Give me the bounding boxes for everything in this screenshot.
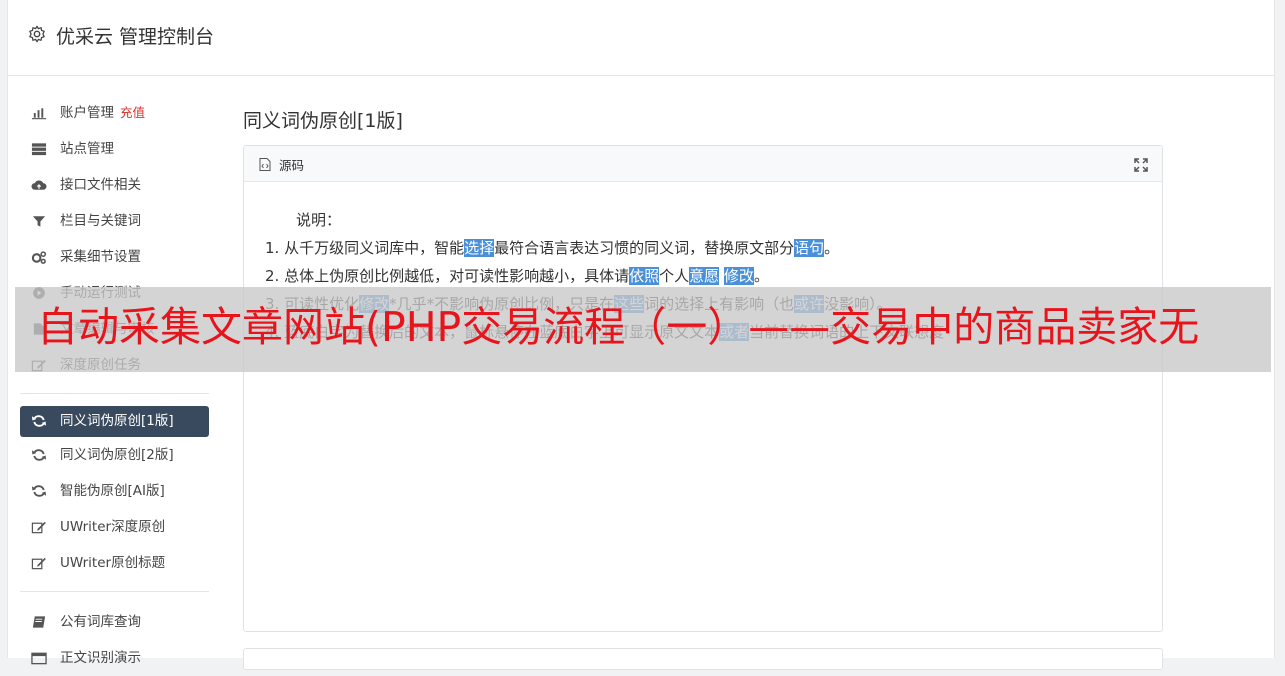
book-icon: [32, 616, 46, 628]
sidebar-item-label: 智能伪原创[AI版]: [60, 483, 165, 499]
text-segment: 。: [753, 267, 769, 285]
top-bar: 优采云 管理控制台: [8, 0, 1274, 76]
source-panel: 源码 说明： 1. 从千万级同义词库中，智能选择最符合语言表达习惯的同义词，替换…: [243, 145, 1163, 632]
sidebar-group-2: 同义词伪原创[1版] 同义词伪原创[2版] 智能伪原创[AI版] UWriter深度原…: [20, 406, 209, 581]
sidebar-item-label: 正文识别演示: [60, 650, 141, 666]
text-segment: 2. 总体上伪原创比例越低，对可读性影响越小，具体请: [265, 267, 630, 285]
sidebar-item[interactable]: 站点管理: [20, 131, 209, 167]
sidebar-item[interactable]: 公有词库查询: [20, 604, 209, 640]
sidebar-item-label: 同义词伪原创[1版]: [60, 413, 174, 429]
sidebar-item[interactable]: UWriter深度原创: [20, 509, 209, 545]
sidebar-item-label: 站点管理: [60, 141, 114, 157]
text-segment: 。: [824, 239, 840, 257]
expand-icon[interactable]: [1134, 158, 1148, 172]
window-icon: [31, 652, 47, 665]
sidebar-item[interactable]: 同义词伪原创[1版]: [20, 406, 209, 437]
sidebar-divider: [20, 393, 209, 394]
text-segment: 最符合语言表达习惯的同义词，替换原文部分: [494, 239, 795, 257]
sidebar-item-label: 公有词库查询: [60, 614, 141, 630]
instruction-line: 2. 总体上伪原创比例越低，对可读性影响越小，具体请依照个人意愿 修改。: [265, 262, 944, 290]
sidebar-item-label: 采集细节设置: [60, 249, 141, 265]
intro-text: 说明：: [296, 211, 342, 229]
text-segment: 个人: [659, 267, 690, 285]
replaced-word[interactable]: 意愿: [689, 267, 720, 285]
sidebar-item[interactable]: 同义词伪原创[2版]: [20, 437, 209, 473]
replaced-word[interactable]: 选择: [464, 239, 495, 257]
overlay-banner: 自动采集文章网站(PHP交易流程（一）——交易中的商品卖家无: [15, 287, 1271, 372]
gear-icon[interactable]: [28, 25, 46, 43]
panel-header: 源码: [244, 146, 1162, 182]
recharge-link[interactable]: 充值: [120, 105, 145, 120]
code-file-icon: [259, 158, 271, 171]
text-segment: 1. 从千万级同义词库中，智能: [265, 239, 465, 257]
sidebar-group-3: 公有词库查询 正文识别演示: [20, 604, 209, 676]
filter-icon: [32, 216, 46, 227]
sidebar-item[interactable]: 账户管理 充值: [20, 95, 209, 131]
bar-chart-icon: [31, 108, 47, 120]
edit-icon: [31, 521, 46, 534]
refresh-icon: [31, 485, 47, 497]
output-panel: [243, 648, 1163, 670]
sidebar-item-label: 同义词伪原创[2版]: [60, 447, 174, 463]
cloud-upload-icon: [31, 180, 47, 190]
sidebar-item-label: 接口文件相关: [60, 177, 141, 193]
sidebar-divider: [20, 591, 209, 592]
sidebar-item-label: 账户管理: [60, 105, 114, 121]
sidebar-item[interactable]: 智能伪原创[AI版]: [20, 473, 209, 509]
overlay-title: 自动采集文章网站(PHP交易流程（一）——交易中的商品卖家无: [37, 303, 1200, 351]
sidebar-item[interactable]: 接口文件相关: [20, 167, 209, 203]
sidebar-item[interactable]: 栏目与关键词: [20, 203, 209, 239]
server-icon: [31, 143, 47, 156]
replaced-word[interactable]: 语句: [794, 239, 825, 257]
refresh-icon: [31, 415, 47, 427]
edit-icon: [31, 557, 46, 570]
page-title: 同义词伪原创[1版]: [243, 110, 403, 132]
app-title: 优采云 管理控制台: [56, 26, 215, 48]
sidebar-item-label: UWriter深度原创: [60, 519, 166, 535]
instruction-line: 1. 从千万级同义词库中，智能选择最符合语言表达习惯的同义词，替换原文部分语句。: [265, 234, 944, 262]
sidebar: 账户管理充值站点管理接口文件相关栏目与关键词采集细节设置手动运行测试文章编辑与审…: [20, 95, 209, 676]
sidebar-item[interactable]: UWriter原创标题: [20, 545, 209, 581]
replaced-word[interactable]: 依照: [629, 267, 660, 285]
panel-header-label: 源码: [279, 158, 305, 173]
sidebar-item-label: 栏目与关键词: [60, 213, 141, 229]
refresh-icon: [31, 449, 47, 461]
gears-icon: [31, 251, 47, 264]
replaced-word[interactable]: 修改: [723, 267, 754, 285]
sidebar-item[interactable]: 正文识别演示: [20, 640, 209, 676]
sidebar-item[interactable]: 采集细节设置: [20, 239, 209, 275]
sidebar-item-label: UWriter原创标题: [60, 555, 166, 571]
